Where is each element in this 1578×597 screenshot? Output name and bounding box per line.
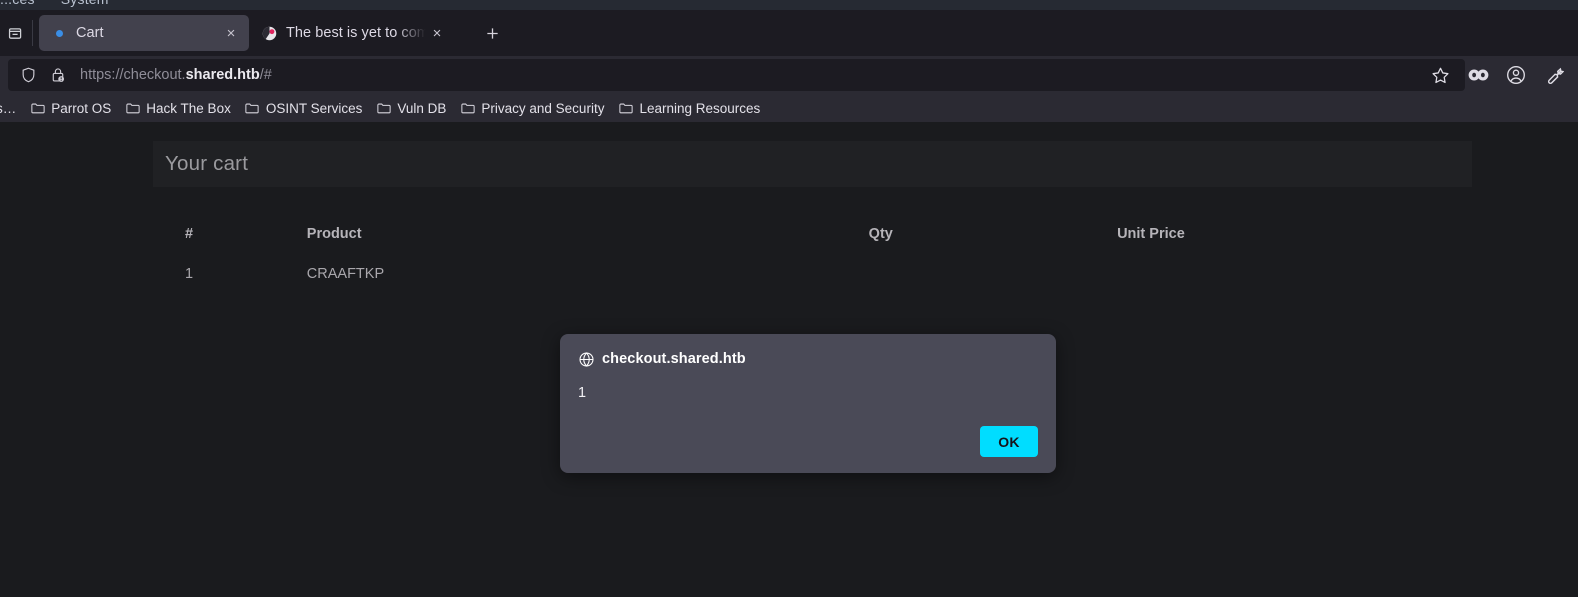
bookmark-label: Privacy and Security [481,100,605,116]
new-tab-icon[interactable] [477,18,507,48]
bookmark-label: s… [0,100,17,116]
dialog-actions: OK [980,426,1038,457]
cell-index: 1 [185,266,194,282]
globe-icon [578,351,594,367]
dialog-message: 1 [578,385,587,401]
column-header-product: Product [306,226,362,242]
folder-icon [125,102,140,115]
bookmark-label: Hack The Box [146,100,231,116]
desktop-panel: ...ces System [0,0,1578,10]
bookmark-item-hack-the-box[interactable]: Hack The Box [118,98,238,119]
bookmark-item-parrot-os[interactable]: Parrot OS [23,98,118,119]
list-all-tabs-icon[interactable] [0,18,30,48]
tab-title: Cart [76,25,104,41]
folder-icon [30,102,45,115]
cell-product: CRAAFTKP [306,266,385,282]
cell-qty [869,254,1117,294]
bookmark-item[interactable]: s… [0,98,23,119]
tab-title: The best is yet to come' Fr [286,25,427,41]
desktop-panel-menu: ...ces System [0,0,131,7]
url-suffix: /# [259,67,272,83]
shield-icon[interactable] [18,65,38,85]
tab-strip: Cart × The best is yet to come' Fr × [0,10,1578,56]
bookmark-item-vuln-db[interactable]: Vuln DB [369,98,453,119]
cart-table: # Product Qty Unit Price 1 CRAAFTKP [153,214,1472,294]
lock-warning-icon[interactable] [48,65,68,85]
dialog-titlebar: checkout.shared.htb [560,334,1056,367]
javascript-alert-dialog: checkout.shared.htb 1 OK [560,334,1056,473]
table-header-row: # Product Qty Unit Price [153,214,1472,254]
tab-the-best-is-yet-to-come[interactable]: The best is yet to come' Fr × [249,15,455,51]
cell-unit-price [1117,254,1472,294]
bookmark-item-learning-resources[interactable]: Learning Resources [611,98,767,119]
tab-cart[interactable]: Cart × [39,15,249,51]
bookmark-label: OSINT Services [265,100,363,116]
column-header-index: # [185,226,194,242]
cart-header: Your cart [153,141,1472,187]
bookmark-label: Vuln DB [397,100,447,116]
desktop-panel-item-places[interactable]: ...ces [0,0,35,7]
page-title: Your cart [165,152,249,175]
account-icon[interactable] [1504,63,1528,87]
address-bar[interactable]: https://checkout.shared.htb/# [8,59,1465,91]
bookmark-label: Parrot OS [51,100,112,116]
bookmark-item-osint-services[interactable]: OSINT Services [238,98,370,119]
url-prefix: https://checkout. [80,67,186,83]
page-viewport: Your cart # Product Qty Unit Price 1 CRA… [0,122,1578,597]
folder-icon [376,102,391,115]
folder-icon [460,102,475,115]
folder-icon [618,102,633,115]
bookmark-label: Learning Resources [639,100,761,116]
toolbar-actions [1428,56,1572,94]
column-header-qty: Qty [868,226,893,242]
bookmarks-bar: s… Parrot OS Hack The Box [0,94,1578,122]
blue-dot-favicon [51,25,67,41]
ok-button[interactable]: OK [980,426,1038,457]
tab-close-icon[interactable]: × [427,23,447,43]
dialog-origin: checkout.shared.htb [602,351,746,367]
table-row: 1 CRAAFTKP [153,254,1472,294]
extension-icon[interactable] [1466,63,1490,87]
folder-icon [245,102,260,115]
bookmark-item-privacy-and-security[interactable]: Privacy and Security [453,98,611,119]
tab-close-icon[interactable]: × [221,23,241,43]
site-favicon [261,25,277,41]
desktop-panel-item-system[interactable]: System [61,0,109,7]
browser-window: Cart × The best is yet to come' Fr × [0,10,1578,597]
url-text[interactable]: https://checkout.shared.htb/# [80,67,272,83]
column-header-unit-price: Unit Price [1117,226,1185,242]
navigation-toolbar: https://checkout.shared.htb/# [0,56,1578,94]
bookmark-star-icon[interactable] [1428,63,1452,87]
url-host: shared.htb [185,67,260,83]
tabstrip-divider [32,20,33,46]
wrench-icon[interactable] [1542,63,1566,87]
